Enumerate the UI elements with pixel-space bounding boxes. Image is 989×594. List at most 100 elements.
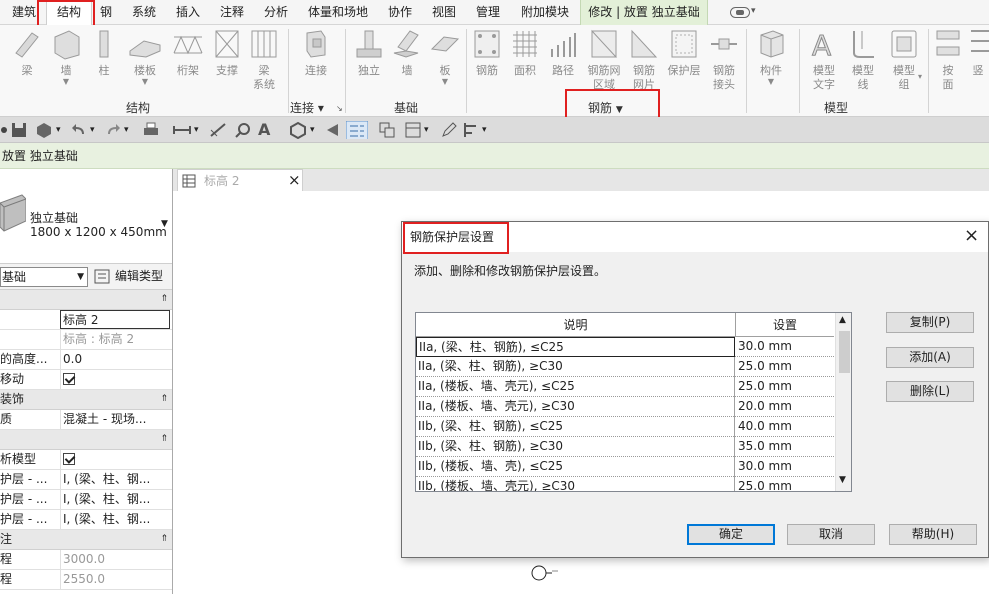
help-button[interactable]: 帮助(H): [889, 524, 977, 545]
property-row[interactable]: 的高度... 0.0: [0, 350, 172, 370]
chevron-down-icon[interactable]: ▾: [424, 121, 429, 139]
tab-annotate[interactable]: 注释: [212, 0, 252, 25]
table-row[interactable]: IIa, (楼板、墙、壳元), ≥C30 20.0 mm: [416, 397, 834, 417]
aligned-dimension-icon[interactable]: [208, 121, 228, 139]
property-row[interactable]: 析模型: [0, 450, 172, 470]
close-hidden-windows-icon[interactable]: [378, 121, 396, 139]
scroll-up-icon[interactable]: ▲: [839, 315, 846, 325]
property-row[interactable]: 护层 - ... I, (梁、柱、钢...: [0, 490, 172, 510]
level-value-field[interactable]: 标高 2: [60, 310, 170, 329]
truss-button[interactable]: 桁架: [170, 27, 206, 78]
chevron-down-icon[interactable]: ▾: [751, 6, 756, 16]
component-button[interactable]: 构件 ▼: [752, 27, 790, 86]
edit-pen-icon[interactable]: [440, 121, 458, 139]
rebar-coupler-button[interactable]: 钢筋 接头: [706, 27, 742, 92]
table-row[interactable]: IIb, (楼板、墙、壳), ≤C25 30.0 mm: [416, 457, 834, 477]
property-row[interactable]: 护层 - ... I, (梁、柱、钢...: [0, 510, 172, 530]
delete-button[interactable]: 删除(L): [886, 381, 974, 402]
property-row[interactable]: 护层 - ... I, (梁、柱、钢...: [0, 470, 172, 490]
chevron-down-icon[interactable]: ▾: [56, 121, 61, 139]
switch-windows-icon[interactable]: [404, 121, 422, 139]
text-icon[interactable]: A: [258, 121, 270, 139]
collapse-icon[interactable]: ⇑: [160, 430, 168, 449]
model-line-button[interactable]: 模型 线: [846, 27, 880, 92]
copy-button[interactable]: 复制(P): [886, 312, 974, 333]
collapse-icon[interactable]: ⇑: [160, 530, 168, 549]
level-marker-icon[interactable]: [530, 565, 560, 583]
checkbox-checked[interactable]: [63, 373, 75, 385]
property-group-header[interactable]: ⇑: [0, 430, 172, 450]
wall-foundation-button[interactable]: 墙: [390, 27, 424, 78]
undo-icon[interactable]: [70, 121, 88, 139]
model-group-button[interactable]: 模型 组 ▾: [884, 27, 924, 92]
tab-systems[interactable]: 系统: [124, 0, 164, 25]
section-icon[interactable]: [324, 121, 342, 139]
chevron-down-icon[interactable]: ▾: [124, 121, 129, 139]
collapse-icon[interactable]: ⇑: [160, 290, 168, 309]
close-icon[interactable]: ×: [964, 225, 979, 247]
tab-analyze[interactable]: 分析: [256, 0, 296, 25]
chevron-down-icon[interactable]: ▼: [161, 219, 168, 229]
save-icon[interactable]: [10, 121, 28, 139]
tab-steel[interactable]: 钢: [94, 0, 118, 25]
type-selector[interactable]: 独立基础 1800 x 1200 x 450mm ▼: [0, 169, 172, 264]
slab-foundation-button[interactable]: 板 ▼: [428, 27, 462, 86]
redo-icon[interactable]: [104, 121, 122, 139]
ribbon-display-toggle-icon[interactable]: [730, 7, 750, 18]
edit-type-button[interactable]: 编辑类型: [94, 267, 170, 287]
dialog-launcher-icon[interactable]: ↘: [336, 104, 343, 113]
cancel-button[interactable]: 取消: [787, 524, 875, 545]
chevron-down-icon[interactable]: ▾: [482, 121, 487, 139]
tab-manage[interactable]: 管理: [468, 0, 508, 25]
tab-massing-site[interactable]: 体量和场地: [302, 0, 374, 25]
3d-view-icon[interactable]: [288, 121, 308, 139]
table-row[interactable]: IIb, (梁、柱、钢筋), ≥C30 35.0 mm: [416, 437, 834, 457]
model-text-button[interactable]: A 模型 文字: [806, 27, 842, 92]
rebar-button[interactable]: 钢筋: [470, 27, 504, 78]
tab-modify-place-isolated-foundation[interactable]: 修改 | 放置 独立基础: [580, 0, 708, 25]
area-reinforcement-button[interactable]: 面积: [508, 27, 542, 78]
floor-button[interactable]: 楼板 ▼: [124, 27, 166, 86]
scrollbar-thumb[interactable]: [839, 331, 850, 373]
property-row[interactable]: 标高 2: [0, 310, 172, 330]
view-tab-level-2[interactable]: 标高 2 ×: [177, 169, 303, 191]
path-reinforcement-button[interactable]: 路径: [546, 27, 580, 78]
table-row[interactable]: IIb, (楼板、墙、壳元), ≥C30 25.0 mm: [416, 477, 834, 491]
fabric-area-button[interactable]: 钢筋网 区域: [584, 27, 624, 92]
property-group-header[interactable]: 装饰 ⇑: [0, 390, 172, 410]
tab-view[interactable]: 视图: [424, 0, 464, 25]
beam-button[interactable]: 梁: [10, 27, 44, 78]
by-face-button[interactable]: 按 面: [932, 27, 964, 92]
column-header-setting[interactable]: 设置: [736, 313, 834, 337]
sync-icon[interactable]: [34, 121, 54, 139]
vertical-scrollbar[interactable]: ▲ ▼: [835, 313, 851, 491]
collapse-icon[interactable]: ⇑: [160, 390, 168, 409]
cover-button[interactable]: 保护层: [664, 27, 704, 78]
table-row[interactable]: IIa, (梁、柱、钢筋), ≥C30 25.0 mm: [416, 357, 834, 377]
align-icon[interactable]: [462, 121, 480, 139]
shaft-button[interactable]: 竖: [966, 27, 989, 78]
property-row[interactable]: 程 2550.0: [0, 570, 172, 590]
property-row[interactable]: 标高 : 标高 2: [0, 330, 172, 350]
property-row[interactable]: 程 3000.0: [0, 550, 172, 570]
tab-addins[interactable]: 附加模块: [512, 0, 578, 25]
thin-lines-icon[interactable]: [346, 121, 368, 139]
fabric-sheet-button[interactable]: 钢筋 网片: [626, 27, 662, 92]
chevron-down-icon[interactable]: ▾: [310, 121, 315, 139]
column-button[interactable]: 柱: [90, 27, 118, 78]
table-row[interactable]: IIa, (梁、柱、钢筋), ≤C25 30.0 mm: [416, 337, 834, 357]
property-group-header[interactable]: 注 ⇑: [0, 530, 172, 550]
property-row[interactable]: 质混凝土 - 现场...: [0, 410, 172, 430]
checkbox-checked[interactable]: [63, 453, 75, 465]
close-icon[interactable]: ×: [288, 171, 301, 189]
tag-icon[interactable]: [234, 121, 252, 139]
chevron-down-icon[interactable]: ▾: [90, 121, 95, 139]
table-row[interactable]: IIb, (梁、柱、钢筋), ≤C25 40.0 mm: [416, 417, 834, 437]
ok-button[interactable]: 确定: [687, 524, 775, 545]
property-group-header[interactable]: ⇑: [0, 290, 172, 310]
add-button[interactable]: 添加(A): [886, 347, 974, 368]
tab-insert[interactable]: 插入: [168, 0, 208, 25]
wall-button[interactable]: 墙 ▼: [46, 27, 86, 86]
panel-label-connection[interactable]: 连接 ▾: [290, 99, 324, 116]
print-icon[interactable]: [142, 121, 160, 139]
